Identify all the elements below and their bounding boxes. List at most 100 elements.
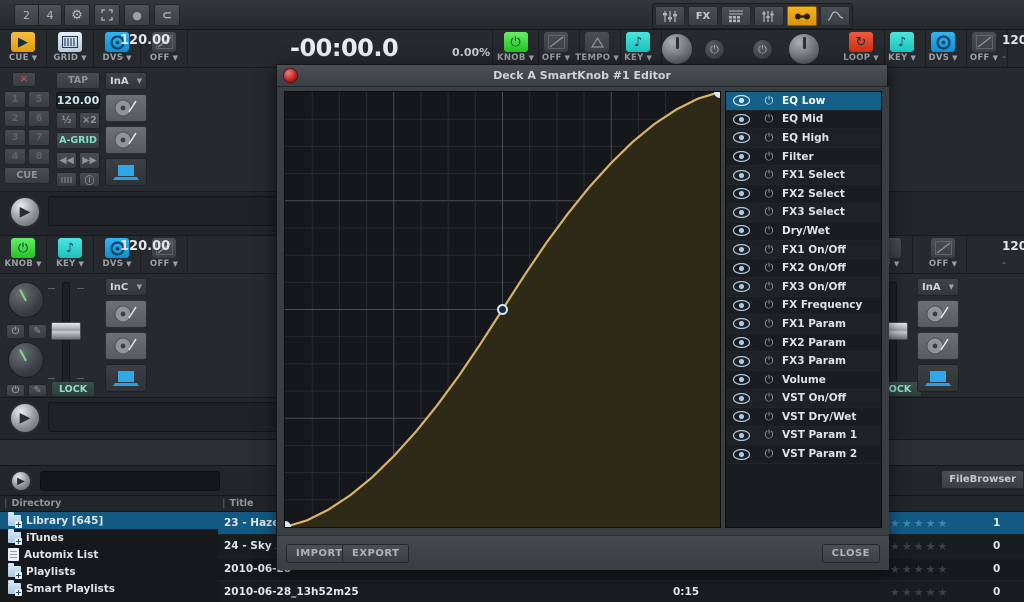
chevron-down-icon[interactable]: ▼ (126, 54, 131, 62)
status-badge[interactable]: ★★★★★ (890, 586, 949, 599)
power-icon[interactable]: ⏻ (756, 336, 782, 350)
param-row-fx1-select[interactable]: ⏻ FX1 Select (726, 166, 881, 185)
tab-automation[interactable] (820, 6, 850, 26)
status-badge[interactable]: ★★★★★ (890, 540, 949, 553)
curve-svg[interactable] (285, 92, 720, 527)
deck-a-knob-mode[interactable]: ⏻ KNOB ▼ (492, 30, 539, 68)
power-icon[interactable]: ⏻ (756, 261, 782, 275)
deck-count-4-button[interactable]: 4 (38, 4, 62, 26)
eye-icon[interactable] (726, 188, 756, 200)
param-row-filter[interactable]: ⏻ Filter (726, 148, 881, 167)
eye-icon[interactable] (726, 206, 756, 218)
gain-edit-2[interactable]: ✎ (28, 384, 47, 397)
param-row-fx3-onoff[interactable]: ⏻ FX3 On/Off (726, 277, 881, 297)
power-icon[interactable]: ⏻ (756, 168, 782, 182)
chevron-down-icon[interactable]: ▼ (873, 54, 878, 62)
param-row-fx1-onoff[interactable]: ⏻ FX1 On/Off (726, 240, 881, 260)
pitch-lock-button[interactable]: LOCK (51, 381, 95, 397)
param-row-vst-param-2[interactable]: ⏻ VST Param 2 (726, 445, 881, 464)
eye-icon[interactable] (726, 355, 756, 367)
eye-icon[interactable] (726, 132, 756, 144)
chevron-down-icon[interactable]: ▼ (952, 260, 957, 268)
tab-eq[interactable] (754, 6, 784, 26)
param-row-fx2-param[interactable]: ⏻ FX2 Param (726, 334, 881, 353)
eye-icon[interactable] (726, 448, 756, 460)
deck-a2-knob-mode[interactable]: ⏻ KNOB ▼ (0, 236, 47, 274)
hotcue-5[interactable]: 5 (28, 91, 50, 108)
power-icon[interactable]: ⏻ (756, 150, 782, 164)
eye-icon[interactable] (726, 225, 756, 237)
param-row-fx-frequency[interactable]: ⏻ FX Frequency (726, 297, 881, 316)
deck-b-vinyl-absolute[interactable] (917, 300, 959, 328)
eye-icon[interactable] (726, 262, 756, 274)
vinyl-mode-absolute-2[interactable] (105, 300, 147, 328)
status-badge[interactable]: ★★★★★ (890, 517, 949, 530)
dir-item-automix[interactable]: Automix List (0, 546, 218, 563)
chevron-down-icon[interactable]: ▼ (647, 54, 652, 62)
power-icon[interactable]: ⏻ (756, 224, 782, 238)
gain-knob-1[interactable] (8, 282, 44, 318)
dir-item-playlists[interactable]: Playlists (0, 563, 218, 580)
vinyl-mode-relative-2[interactable] (105, 332, 147, 360)
power-icon[interactable]: ⏻ (756, 243, 782, 257)
internal-mode-button-2[interactable] (105, 364, 147, 392)
deck-a-cue-button[interactable]: CUE (4, 167, 50, 184)
chevron-down-icon[interactable]: ▼ (993, 54, 998, 62)
fullscreen-icon[interactable] (94, 4, 120, 26)
param-row-fx3-select[interactable]: ⏻ FX3 Select (726, 203, 881, 223)
deck-b-input-select[interactable]: InA ▼ (917, 278, 959, 296)
chevron-down-icon[interactable]: ▼ (36, 260, 41, 268)
eye-icon[interactable] (726, 392, 756, 404)
deck-b-dvs-mode[interactable]: DVS ▼ (920, 30, 967, 68)
deck-count-toggle[interactable]: 2 4 (14, 4, 62, 26)
tab-sampler[interactable] (721, 6, 751, 26)
deck-count-2-button[interactable]: 2 (14, 4, 38, 26)
deck-a2-key-mode[interactable]: ♪ KEY ▼ (47, 236, 94, 274)
param-row-dry-wet[interactable]: ⏻ Dry/Wet (726, 222, 881, 241)
mixer-power-2[interactable]: ⏻ (752, 39, 773, 60)
chevron-down-icon[interactable]: ▼ (79, 260, 84, 268)
chevron-down-icon[interactable]: ▼ (952, 54, 957, 62)
param-row-fx3-param[interactable]: ⏻ FX3 Param (726, 352, 881, 371)
table-row[interactable]: 2010-06-28_13h52m25 0:15 ★★★★★ 0 (218, 581, 1024, 602)
tempo-value[interactable]: 120.00 (56, 92, 100, 109)
hotcue-4[interactable]: 4 (4, 148, 26, 165)
gain-power-2[interactable]: ⏻ (6, 384, 25, 397)
vinyl-mode-absolute[interactable] (105, 94, 147, 122)
gain-edit-1[interactable]: ✎ (28, 324, 47, 339)
half-tempo-button[interactable]: ½ (56, 112, 77, 129)
param-row-eq-low[interactable]: ⏻ EQ Low (726, 92, 881, 111)
record-icon[interactable]: ● (124, 4, 150, 26)
deck-b-key-mode[interactable]: ♪ KEY ▼ (879, 30, 926, 68)
hotcue-2[interactable]: 2 (4, 110, 26, 127)
power-icon[interactable]: ⏻ (756, 94, 782, 108)
export-button[interactable]: EXPORT (342, 544, 410, 563)
deck-b-internal-mode[interactable] (917, 364, 959, 392)
deck-b2-off-mode-2[interactable]: OFF ▼ (920, 236, 967, 274)
chevron-down-icon[interactable]: ▼ (32, 54, 37, 62)
deck-a-off-mode-2[interactable]: OFF ▼ (533, 30, 580, 68)
eye-icon[interactable] (726, 299, 756, 311)
gain-knob-2[interactable] (8, 342, 44, 378)
grid-edit-button[interactable] (56, 172, 77, 187)
hotcue-8[interactable]: 8 (28, 148, 50, 165)
double-tempo-button[interactable]: ×2 (79, 112, 100, 129)
agrid-button[interactable]: A-GRID (56, 132, 100, 149)
eye-icon[interactable] (726, 429, 756, 441)
power-icon[interactable]: ⏻ (756, 112, 782, 126)
chevron-down-icon[interactable]: ▼ (911, 54, 916, 62)
forward-button[interactable]: ▶▶ (79, 152, 100, 169)
power-icon[interactable]: ⏻ (756, 280, 782, 294)
curve-editor-graph[interactable] (284, 91, 721, 528)
filebrowser-tab[interactable]: FileBrowser (941, 470, 1024, 489)
chevron-down-icon[interactable]: ▼ (81, 54, 86, 62)
deck-b-vinyl-relative[interactable] (917, 332, 959, 360)
mixer-knob-2[interactable] (788, 33, 820, 65)
hotcue-6[interactable]: 6 (28, 110, 50, 127)
param-row-eq-mid[interactable]: ⏻ EQ Mid (726, 111, 881, 130)
browser-preview-play[interactable]: ▶ (10, 470, 32, 492)
deck-a-input-select[interactable]: InA ▼ (105, 72, 147, 90)
rewind-button[interactable]: ◀◀ (56, 152, 77, 169)
param-row-vst-onoff[interactable]: ⏻ VST On/Off (726, 389, 881, 409)
eye-icon[interactable] (726, 374, 756, 386)
